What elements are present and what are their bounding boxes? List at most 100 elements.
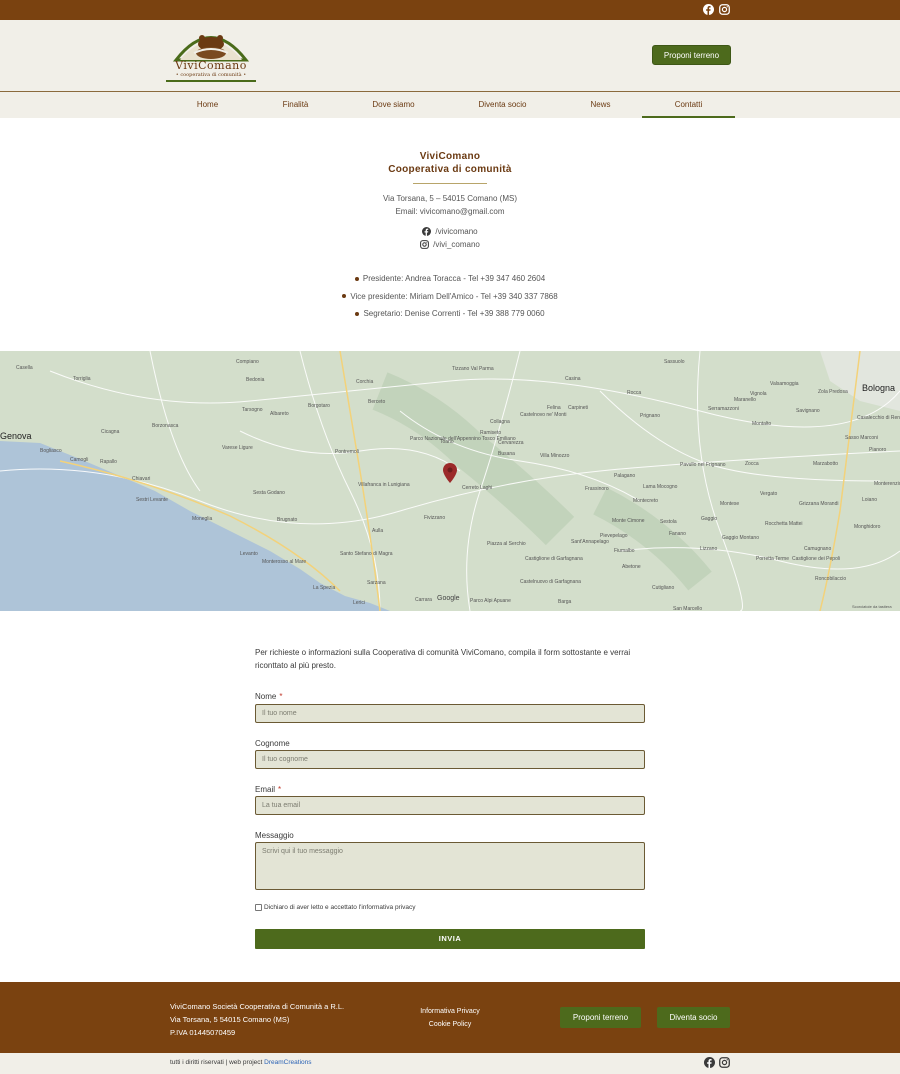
footer-proponi-terreno-button[interactable]: Proponi terreno [560,1007,641,1028]
map-shortcuts-link[interactable]: Scorciatoie da tastiera [852,604,892,609]
footer-org-vat: P.IVA 01445070459 [170,1028,236,1037]
facebook-icon [422,227,432,236]
map-place-label: Gaggio [701,516,718,522]
contact-facebook-label: /vivicomano [435,227,478,236]
bottom-bar: tutti i diritti riservati | web project … [0,1053,900,1074]
map-place-label: Carrara [415,597,432,603]
map-place-label: Corchia [356,379,374,385]
cookie-policy-link[interactable]: Cookie Policy [408,1018,492,1031]
nav-diventa-socio[interactable]: Diventa socio [456,92,549,118]
agency-link[interactable]: DreamCreations [264,1059,311,1066]
contact-form: Per richieste o informazioni sulla Coope… [255,611,645,981]
map-place-label: La Spezia [313,585,336,591]
nav-news[interactable]: News [554,92,647,118]
google-map[interactable]: Genova Bologna La Spezia Sarzana Aulla Fivizz… [0,351,900,611]
top-social-links [703,4,730,15]
map-place-label: Rocchetta Mattei [765,521,803,527]
nav-home[interactable]: Home [161,92,254,118]
map-place-label: Palagano [614,473,636,479]
title-divider [413,183,487,184]
map-place-label: Busana [498,451,515,457]
map-place-label: Albareto [270,411,289,417]
map-place-label: Tarsogno [242,407,263,413]
map-place-label: Monterosso al Mare [262,559,307,565]
cognome-label: Cognome [255,739,290,748]
map-place-label: Vergato [760,491,778,497]
logo-underline [166,80,256,82]
privacy-consent-label: Dichiaro di aver letto e accettato l'inf… [264,904,416,911]
map-place-label: Roncobilaccio [815,576,847,582]
list-item: Presidente: Andrea Toracca - Tel +39 347… [0,270,900,288]
map-place-label: Casella [16,365,33,371]
map-place-label: Grizzana Morandi [799,501,839,507]
nav-contatti[interactable]: Contatti [642,92,735,118]
contact-info-section: ViviComano Cooperativa di comunità Via T… [0,118,900,351]
map-place-label: Borzonasca [152,423,179,429]
contact-email[interactable]: Email: vivicomano@gmail.com [0,205,900,218]
map-place-label: Ramiseto [480,430,502,436]
nome-label: Nome * [255,692,283,701]
map-place-label: Lerici [353,600,365,606]
map-place-label: Monterenzio [874,481,900,487]
contact-address: Via Torsana, 5 – 54015 Comano (MS) [382,194,517,203]
submit-button[interactable]: INVIA [255,929,645,949]
message-textarea[interactable]: Scrivi qui il tuo messaggio [255,842,645,890]
map-place-label: Zola Predosa [818,389,848,395]
list-item: Vice presidente: Miriam Dell'Amico - Tel… [0,288,900,306]
map-place-label: Santo Stefano di Magra [340,551,393,557]
contact-instagram-link[interactable]: /vivi_comano [0,238,900,251]
instagram-icon[interactable] [719,4,730,15]
contact-facebook-link[interactable]: /vivicomano [0,225,900,238]
contact-title-line2: Cooperativa di comunità [388,164,512,175]
nav-finalita[interactable]: Finalità [249,92,342,118]
privacy-policy-link[interactable]: Informativa Privacy [408,1005,492,1018]
bullet-dot-icon [355,311,360,316]
map-pin-icon[interactable] [443,463,457,483]
site-logo[interactable]: ViviComano • cooperativa di comunità • [166,27,256,85]
footer-org-info: ViviComano Società Cooperativa di Comuni… [170,1000,344,1039]
contact-instagram-label: /vivi_comano [433,240,480,249]
facebook-icon[interactable] [703,4,714,15]
map-place-label: Rocca [627,390,642,396]
map-place-label: Compiano [236,359,259,365]
footer-diventa-socio-button[interactable]: Diventa socio [657,1007,730,1028]
map-place-label: Lama Mocogno [643,484,678,490]
map-place-label: Valsamoggia [770,381,799,387]
map-place-label: Lizzano [700,546,718,552]
map-place-label: Rapallo [100,459,117,465]
bullet-dot-icon [342,294,347,299]
map-place-label: Sasso Marconi [845,435,879,441]
map-place-label: Castiglione dei Pepoli [792,556,841,562]
map-place-label: Borgotaro [308,403,330,409]
nome-input[interactable]: Il tuo nome [255,704,645,723]
map-place-label: Pavullo nel Frignano [680,462,726,468]
map-place-label: Carpineti [568,405,589,411]
main-nav: Home Finalità Dove siamo Diventa socio N… [0,91,900,118]
map-place-label: Gaggio Montano [722,535,759,541]
map-place-label: Montalto [752,421,772,427]
map-place-label: Castelnovo ne' Monti [520,412,567,418]
map-place-label: Sesta Godano [253,490,285,496]
logo-name: ViviComano [175,59,247,72]
map-place-label: Collagna [490,419,510,425]
nav-dove-siamo[interactable]: Dove siamo [347,92,440,118]
instagram-icon[interactable] [719,1057,730,1068]
map-place-label: Prignano [640,413,661,419]
map-place-label: Castelnuovo di Garfagnana [520,579,581,585]
email-label: Email * [255,785,282,794]
map-place-label: Fanano [669,531,686,537]
email-field[interactable]: La tua email [255,796,645,815]
map-place-label: Camogli [70,457,89,463]
map-place-label: Cutigliano [652,585,675,591]
cognome-input[interactable]: Il tuo cognome [255,750,645,769]
privacy-checkbox[interactable] [255,904,262,911]
map-place-label: Fivizzano [424,515,446,521]
map-place-label: Varese Ligure [222,445,253,451]
site-footer: ViviComano Società Cooperativa di Comuni… [0,982,900,1053]
footer-org-name: ViviComano Società Cooperativa di Comuni… [170,1002,345,1011]
map-place-label: Cerreto Laghi [462,485,493,491]
proponi-terreno-button[interactable]: Proponi terreno [652,45,731,65]
logo-emblem-icon [172,35,250,62]
facebook-icon[interactable] [704,1057,715,1068]
map-place-label: Cicagna [101,429,120,435]
